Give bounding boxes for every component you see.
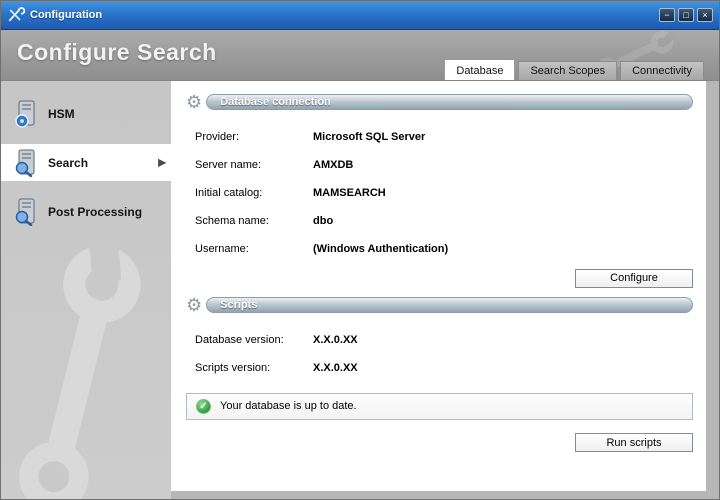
field-label: Scripts version: xyxy=(195,362,313,374)
minimize-button[interactable]: − xyxy=(659,8,675,22)
content-area: HSM Search ▶ xyxy=(1,81,719,499)
run-scripts-button-row: Run scripts xyxy=(186,433,693,453)
section-title: Database connection xyxy=(206,94,693,110)
configuration-window: Configuration − □ × Configure Search Dat… xyxy=(0,0,720,500)
server-database-icon xyxy=(13,100,39,128)
field-value: MAMSEARCH xyxy=(313,187,386,199)
field-label: Schema name: xyxy=(195,215,313,227)
window-title: Configuration xyxy=(30,9,102,21)
sidebar-item-label: HSM xyxy=(48,107,75,121)
configure-button-row: Configure xyxy=(186,268,693,288)
configure-button[interactable]: Configure xyxy=(575,269,693,288)
scripts-fields: Database version: X.X.0.XX Scripts versi… xyxy=(195,326,693,382)
field-label: Provider: xyxy=(195,131,313,143)
field-label: Database version: xyxy=(195,334,313,346)
main-panel: ⚙ Database connection Provider: Microsof… xyxy=(171,81,706,491)
field-value: AMXDB xyxy=(313,159,353,171)
field-row-initial-catalog: Initial catalog: MAMSEARCH xyxy=(195,179,693,207)
tab-database[interactable]: Database xyxy=(444,59,515,80)
page-header: Configure Search Database Search Scopes … xyxy=(1,30,719,81)
sidebar-items: HSM Search ▶ xyxy=(1,81,171,230)
database-status-box: ✓ Your database is up to date. xyxy=(186,393,693,420)
database-connection-header: ⚙ Database connection xyxy=(186,94,693,110)
field-label: Username: xyxy=(195,243,313,255)
sidebar-item-label: Search xyxy=(48,156,88,170)
status-message: Your database is up to date. xyxy=(220,400,357,412)
selected-arrow-icon: ▶ xyxy=(158,157,166,168)
sidebar-item-post-processing[interactable]: Post Processing xyxy=(1,193,171,230)
tab-connectivity[interactable]: Connectivity xyxy=(620,61,704,80)
scripts-header: ⚙ Scripts xyxy=(186,297,693,313)
titlebar: Configuration − □ × xyxy=(1,1,719,30)
database-connection-fields: Provider: Microsoft SQL Server Server na… xyxy=(195,123,693,263)
field-label: Initial catalog: xyxy=(195,187,313,199)
field-row-username: Username: (Windows Authentication) xyxy=(195,235,693,263)
field-row-server-name: Server name: AMXDB xyxy=(195,151,693,179)
wrench-watermark-icon xyxy=(1,239,171,499)
gear-icon: ⚙ xyxy=(186,94,202,110)
close-button[interactable]: × xyxy=(697,8,713,22)
sidebar: HSM Search ▶ xyxy=(1,81,171,499)
section-title: Scripts xyxy=(206,297,693,313)
field-row-schema-name: Schema name: dbo xyxy=(195,207,693,235)
gear-icon: ⚙ xyxy=(186,297,202,313)
field-value: Microsoft SQL Server xyxy=(313,131,425,143)
wrench-tools-icon xyxy=(7,7,25,23)
field-value: X.X.0.XX xyxy=(313,334,358,346)
field-value: X.X.0.XX xyxy=(313,362,358,374)
server-search-icon xyxy=(13,198,39,226)
page-title: Configure Search xyxy=(17,39,217,66)
tab-bar: Database Search Scopes Connectivity xyxy=(441,59,704,80)
field-label: Server name: xyxy=(195,159,313,171)
field-value: dbo xyxy=(313,215,333,227)
sidebar-item-label: Post Processing xyxy=(48,205,142,219)
maximize-button[interactable]: □ xyxy=(678,8,694,22)
field-row-provider: Provider: Microsoft SQL Server xyxy=(195,123,693,151)
tab-search-scopes[interactable]: Search Scopes xyxy=(518,61,617,80)
server-search-icon xyxy=(13,149,39,177)
sidebar-item-search[interactable]: Search ▶ xyxy=(1,144,171,181)
field-row-database-version: Database version: X.X.0.XX xyxy=(195,326,693,354)
field-value: (Windows Authentication) xyxy=(313,243,448,255)
run-scripts-button[interactable]: Run scripts xyxy=(575,433,693,452)
sidebar-item-hsm[interactable]: HSM xyxy=(1,95,171,132)
check-circle-icon: ✓ xyxy=(196,399,211,414)
field-row-scripts-version: Scripts version: X.X.0.XX xyxy=(195,354,693,382)
window-controls: − □ × xyxy=(659,8,713,22)
